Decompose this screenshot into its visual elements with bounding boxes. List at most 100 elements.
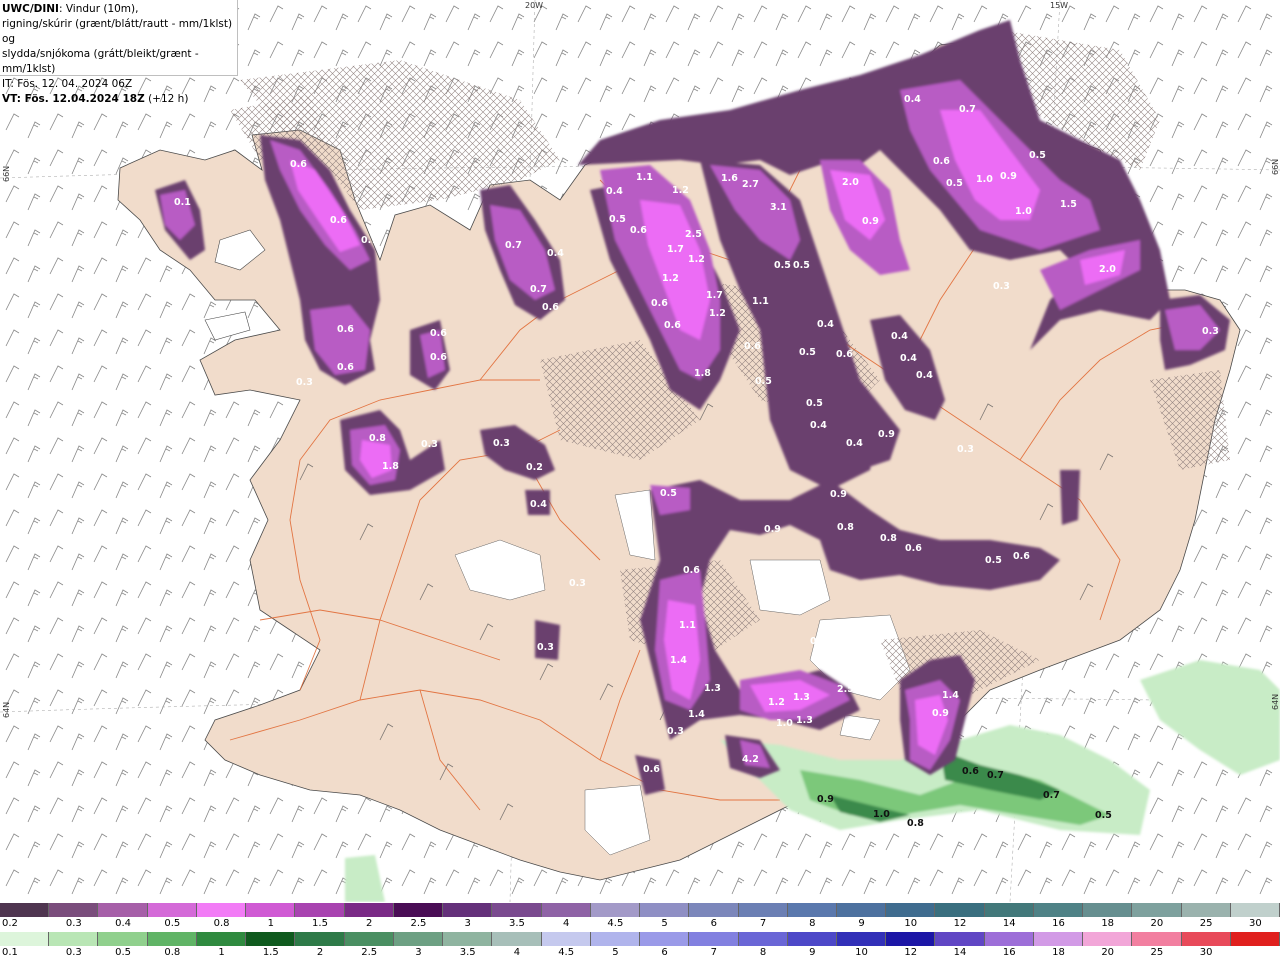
legend-label: 6 — [710, 918, 718, 929]
legend-swatch — [836, 932, 887, 946]
legend-swatch — [590, 903, 641, 917]
snow-value: 0.9 — [878, 429, 895, 440]
snow-value: 1.8 — [382, 461, 399, 472]
legend-label: 8 — [809, 918, 816, 929]
snow-value: 1.0 — [1015, 206, 1032, 217]
legend-label: 16 — [1052, 918, 1065, 929]
legend-swatch — [1083, 932, 1133, 946]
legend-swatch — [1181, 903, 1231, 917]
rain-color-legend: 0.1 0.3 0.5 0.8 1 1.5 2 2.5 3 3.5 4 4.5 5 6 7 8 9 10 12 14 1… — [0, 932, 1280, 960]
snow-value: 0.6 — [933, 156, 950, 167]
snow-value: 1.4 — [670, 655, 687, 666]
legend-swatch — [541, 903, 591, 917]
legend-swatch — [1230, 903, 1280, 917]
snow-value: 0.4 — [904, 94, 921, 105]
legend-label: 5 — [612, 947, 619, 958]
snow-value: 1.1 — [636, 172, 653, 183]
legend-label: 4.5 — [607, 918, 624, 929]
rain-value: 0.5 — [1095, 810, 1112, 821]
legend-label: 9 — [809, 947, 816, 958]
legend-label: 0.8 — [213, 918, 230, 929]
snow-value: 0.4 — [916, 370, 933, 381]
legend-label: 0.2 — [2, 918, 18, 929]
valid-time-main: VT: Fös. 12.04.2024 18Z — [2, 93, 145, 105]
forecast-offset: (+12 h) — [144, 93, 189, 105]
legend-label: 18 — [1052, 947, 1065, 958]
snow-value: 0.4 — [547, 248, 564, 259]
snow-value: 1.2 — [688, 254, 705, 265]
legend-swatch — [147, 932, 197, 946]
snow-value: 0.3 — [569, 578, 586, 589]
legend-swatch — [49, 903, 99, 917]
weather-map[interactable]: 20W 15W 66N 66N 64N 64N 0.1 0.6 0.6 0.7 … — [0, 0, 1280, 902]
legend-swatch — [1132, 903, 1182, 917]
snow-value: 0.5 — [660, 488, 677, 499]
snow-value: 0.5 — [774, 260, 791, 271]
legend-label: 30 — [1199, 947, 1213, 958]
snow-value: 0.5 — [793, 260, 810, 271]
legend-swatch — [1132, 932, 1182, 946]
legend-swatch — [295, 932, 345, 946]
snow-value: 0.3 — [296, 377, 313, 388]
snow-value: 0.4 — [530, 499, 547, 510]
snow-value: 0.6 — [651, 298, 668, 309]
legend-swatch — [836, 903, 887, 917]
snow-value: 0.5 — [985, 555, 1002, 566]
snow-value: 0.6 — [744, 341, 761, 352]
snow-value: 0.4 — [891, 331, 908, 342]
legend-swatch — [640, 903, 690, 917]
rain-value: 0.9 — [817, 794, 834, 805]
snow-value: 0.9 — [932, 708, 949, 719]
legend-label: 14 — [953, 947, 967, 958]
lat-label-66n-left: 66N — [2, 166, 11, 182]
snow-value: 0.8 — [837, 522, 854, 533]
rain-value: 1.0 — [873, 809, 890, 820]
snow-value: 0.7 — [530, 284, 547, 295]
rain-legend-labels: 0.1 0.3 0.5 0.8 1 1.5 2 2.5 3 3.5 4 4.5 5 6 7 8 9 10 12 14 1… — [0, 946, 1280, 960]
legend-label: 10 — [855, 947, 868, 958]
snow-value: 2.0 — [1099, 264, 1116, 275]
legend-swatch — [443, 903, 493, 917]
rain-value: 0.6 — [962, 766, 979, 777]
snow-value: 0.6 — [643, 764, 660, 775]
snow-value: 0.9 — [764, 524, 781, 535]
snow-value: 0.6 — [337, 324, 354, 335]
snow-value: 0.3 — [957, 444, 974, 455]
snow-value: 2.0 — [842, 177, 859, 188]
legend-swatch — [196, 932, 247, 946]
legend-label: 3.5 — [459, 947, 476, 958]
legend-swatch — [689, 903, 739, 917]
legend-label: 14 — [1002, 918, 1016, 929]
legend-label: 4 — [513, 947, 521, 958]
legend-label: 1.5 — [262, 947, 279, 958]
snow-value: 0.3 — [537, 642, 554, 653]
legend-swatch — [344, 903, 394, 917]
snow-value: 3.1 — [770, 202, 787, 213]
issue-time: IT: Fös. 12. 04. 2024 06Z — [2, 78, 133, 90]
snow-value: 2.5 — [685, 229, 702, 240]
snow-value: 0.9 — [862, 216, 879, 227]
legend-label: 25 — [1150, 947, 1164, 958]
legend-swatch — [590, 932, 641, 946]
legend-label: 0.3 — [65, 918, 82, 929]
rain-value: 0.7 — [1043, 790, 1060, 801]
snow-value: 0.4 — [900, 353, 917, 364]
legend-swatch — [393, 932, 444, 946]
legend-label: 1.5 — [312, 918, 328, 929]
lon-label-15w: 15W — [1050, 1, 1068, 10]
snow-value: 0.1 — [174, 197, 191, 208]
snow-legend-swatches — [0, 903, 1280, 917]
legend-label: 20 — [1101, 947, 1115, 958]
legend-label: 0.5 — [164, 918, 181, 929]
legend-swatch — [738, 903, 788, 917]
snow-value: 0.7 — [505, 240, 522, 251]
title-line-1: UWC/DINI: Vindur (10m), — [2, 2, 237, 17]
legend-label: 12 — [904, 947, 918, 958]
legend-swatch — [1033, 903, 1084, 917]
snow-value: 0.6 — [630, 225, 647, 236]
legend-swatch — [984, 932, 1034, 946]
model-name: UWC/DINI — [2, 3, 59, 15]
legend-swatch — [787, 903, 837, 917]
snow-value: 0.4 — [810, 420, 827, 431]
legend-label: 3 — [415, 947, 422, 958]
